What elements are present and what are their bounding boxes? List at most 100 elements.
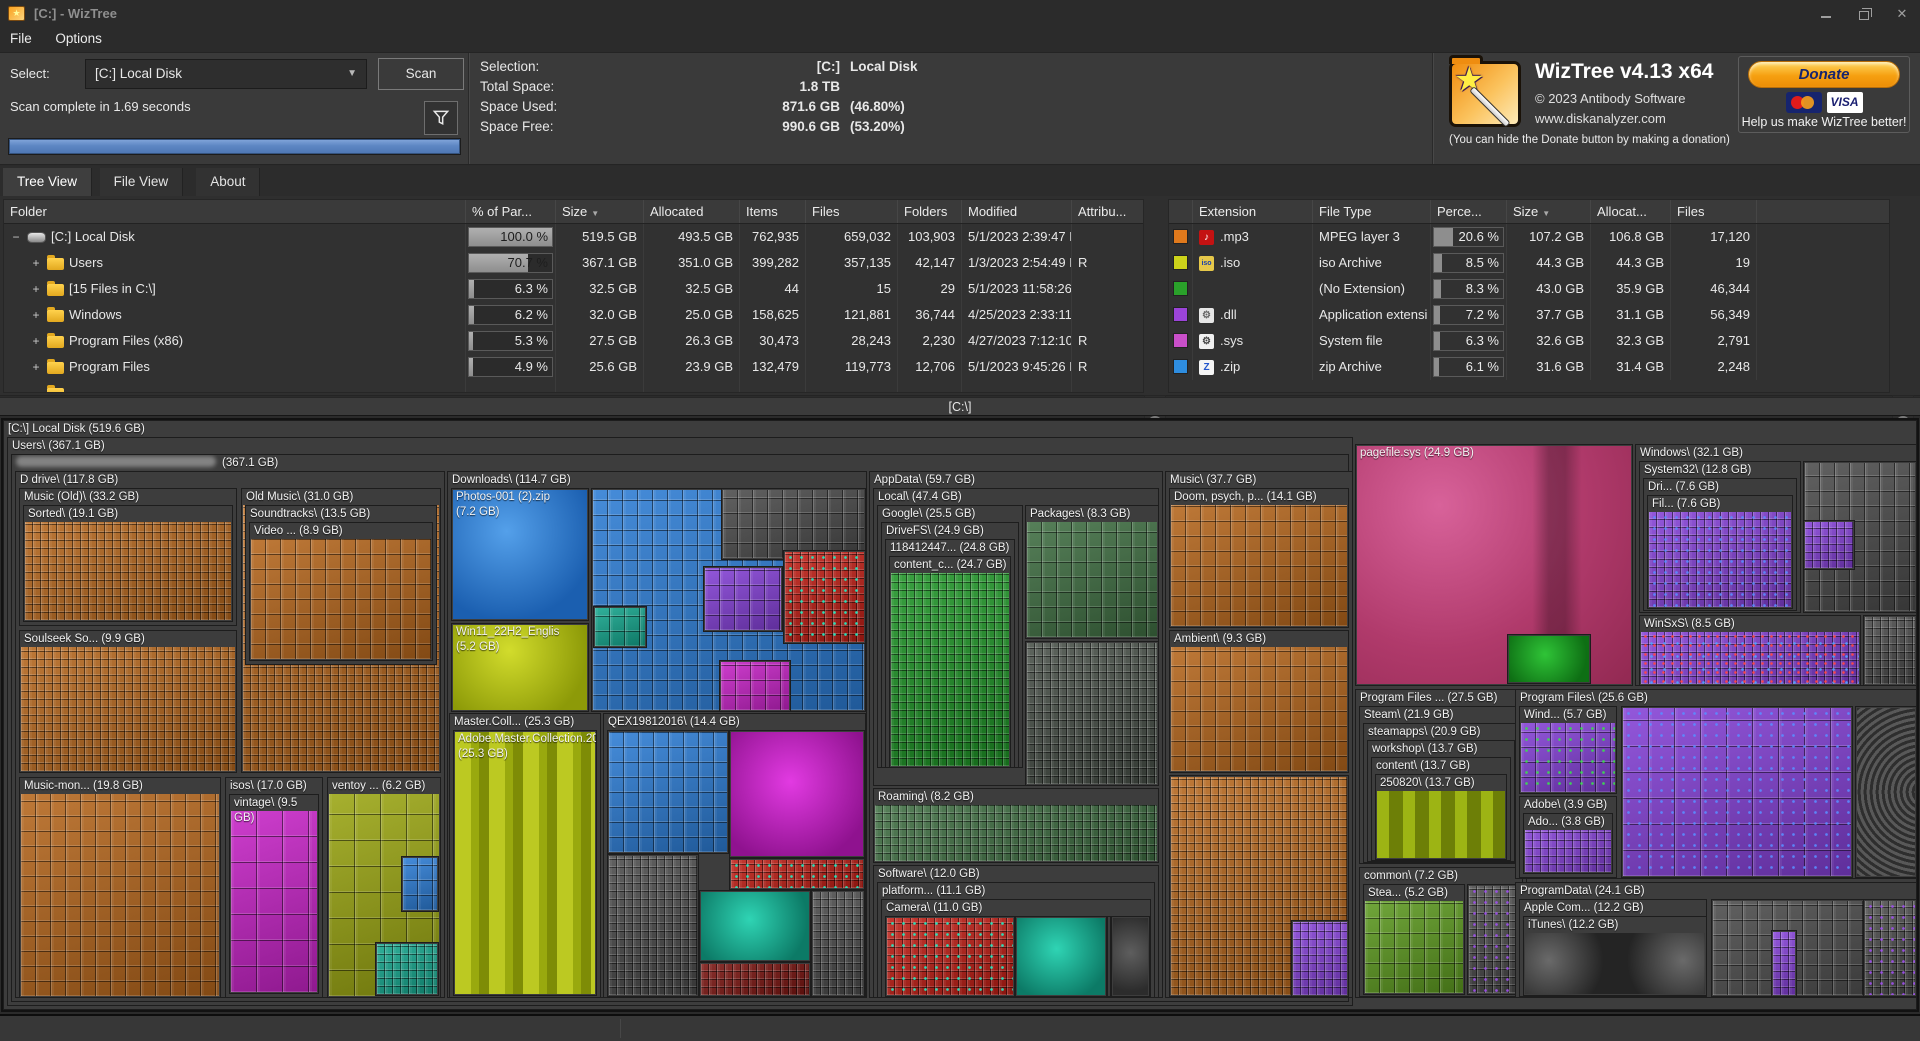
treemap-node[interactable]: [1015, 916, 1107, 997]
treemap-node[interactable]: [593, 606, 647, 648]
column-header[interactable]: Items: [740, 200, 806, 223]
treemap-node[interactable]: [1863, 899, 1917, 997]
maximize-button[interactable]: [1852, 4, 1876, 24]
table-row[interactable]: Z.zipzip Archive6.1 %31.6 GB31.4 GB2,248: [1169, 354, 1889, 380]
table-row[interactable]: +[15 Files in C:\]6.3 %32.5 GB32.5 GB441…: [4, 276, 1143, 302]
menu-options[interactable]: Options: [45, 28, 112, 49]
column-header[interactable]: Extension: [1193, 200, 1313, 223]
treemap-panel: [C:\] Local Disk (519.6 GB)Users\ (367.1…: [1, 418, 1919, 1012]
treemap-node[interactable]: [1291, 920, 1349, 997]
tab-tree-view[interactable]: Tree View: [3, 168, 92, 196]
table-row[interactable]: [4, 380, 1143, 393]
table-row[interactable]: (No Extension)8.3 %43.0 GB35.9 GB46,344: [1169, 276, 1889, 302]
treemap-node[interactable]: Soulseek So... (9.9 GB): [19, 630, 237, 773]
column-header[interactable]: % of Par...: [466, 200, 556, 223]
treemap-node[interactable]: Stea... (5.2 GB): [1363, 884, 1465, 995]
menu-file[interactable]: File: [0, 28, 42, 49]
treemap-node[interactable]: Video ... (8.9 GB): [249, 522, 433, 661]
treemap-node[interactable]: [703, 566, 783, 632]
treemap-node[interactable]: Win11_22H2_Englis (5.2 GB): [451, 623, 589, 712]
treemap-node[interactable]: [699, 890, 811, 962]
menu-bar: File Options: [0, 28, 1920, 52]
column-header[interactable]: Allocat...: [1591, 200, 1671, 223]
wand-icon: [1469, 86, 1511, 128]
treemap-node[interactable]: content_c... (24.7 GB): [889, 556, 1011, 768]
treemap-node[interactable]: [699, 962, 811, 997]
column-header[interactable]: Folders: [898, 200, 962, 223]
treemap-node[interactable]: Photos-001 (2).zip (7.2 GB): [451, 488, 589, 621]
folder-table: Folder% of Par...Size▼AllocatedItemsFile…: [3, 199, 1144, 393]
treemap-node[interactable]: WinSxS\ (8.5 GB): [1639, 615, 1861, 686]
column-header[interactable]: Size▼: [556, 200, 644, 223]
treemap-node[interactable]: [1111, 916, 1150, 997]
treemap-node[interactable]: Ado... (3.8 GB): [1523, 813, 1613, 874]
treemap-node[interactable]: Adobe.Master.Collection.20 (25.3 GB): [453, 730, 597, 996]
treemap-node[interactable]: [1863, 615, 1917, 686]
treemap-node[interactable]: Fil... (7.6 GB): [1647, 495, 1793, 609]
treemap-node[interactable]: vintage\ (9.5 GB): [229, 794, 319, 994]
treemap-node[interactable]: Doom, psych, p... (14.1 GB): [1169, 488, 1349, 628]
treemap-node[interactable]: [783, 550, 866, 644]
filter-button[interactable]: [424, 101, 458, 135]
treemap-node[interactable]: [607, 854, 699, 997]
column-header[interactable]: Files: [1671, 200, 1757, 223]
treemap-node[interactable]: 250820\ (13.7 GB): [1375, 774, 1507, 860]
breadcrumb: [C:\]: [0, 397, 1920, 416]
treemap-node[interactable]: [1771, 930, 1797, 997]
scan-button[interactable]: Scan: [378, 58, 464, 90]
title-bar[interactable]: ★ [C:] - WizTree ✕: [0, 0, 1920, 28]
table-row[interactable]: +Windows6.2 %32.0 GB25.0 GB158,625121,88…: [4, 302, 1143, 328]
treemap-node[interactable]: [401, 856, 439, 912]
treemap-node[interactable]: [1507, 634, 1591, 684]
treemap-node[interactable]: Sorted\ (19.1 GB): [23, 505, 233, 622]
table-row[interactable]: iso.isoiso Archive8.5 %44.3 GB44.3 GB19: [1169, 250, 1889, 276]
column-header[interactable]: Size▼: [1507, 200, 1591, 223]
table-row[interactable]: ♪.mp3MPEG layer 320.6 %107.2 GB106.8 GB1…: [1169, 224, 1889, 250]
column-header[interactable]: Files: [806, 200, 898, 223]
app-icon: ★: [8, 6, 25, 21]
column-header[interactable]: Attribu...: [1072, 200, 1144, 223]
table-row[interactable]: +Program Files (x86)5.3 %27.5 GB26.3 GB3…: [4, 328, 1143, 354]
treemap-node[interactable]: Music-mon... (19.8 GB): [19, 777, 221, 998]
treemap-node[interactable]: [1621, 706, 1853, 878]
tab-file-view[interactable]: File View: [100, 168, 184, 196]
treemap-node[interactable]: Roaming\ (8.2 GB): [873, 788, 1159, 863]
treemap-node[interactable]: [811, 890, 865, 997]
treemap-node[interactable]: [1855, 706, 1917, 878]
treemap-node[interactable]: [1025, 641, 1159, 786]
table-row[interactable]: −[C:] Local Disk100.0 %519.5 GB493.5 GB7…: [4, 224, 1143, 250]
column-header[interactable]: Folder: [4, 200, 466, 223]
extension-color-swatch: [1173, 255, 1188, 270]
iso-file-icon: iso: [1199, 256, 1214, 271]
tab-about[interactable]: About: [196, 168, 260, 196]
donate-button[interactable]: Donate: [1748, 61, 1900, 88]
treemap-node[interactable]: [1467, 884, 1521, 995]
close-button[interactable]: ✕: [1890, 4, 1914, 24]
table-row[interactable]: ⚙.sysSystem file6.3 %32.6 GB32.3 GB2,791: [1169, 328, 1889, 354]
treemap-node[interactable]: [1803, 520, 1855, 570]
treemap-node[interactable]: Packages\ (8.3 GB): [1025, 505, 1159, 639]
table-row[interactable]: +Users70.7 %367.1 GB351.0 GB399,282357,1…: [4, 250, 1143, 276]
treemap-node[interactable]: [729, 730, 865, 858]
drive-select[interactable]: [C:] Local Disk ▼: [85, 59, 367, 89]
app-version: WizTree v4.13 x64: [1535, 60, 1713, 84]
treemap-node[interactable]: iTunes\ (12.2 GB): [1523, 916, 1707, 996]
column-header[interactable]: Modified: [962, 200, 1072, 223]
treemap-node[interactable]: [607, 730, 729, 854]
treemap-node[interactable]: [885, 916, 1015, 997]
minimize-button[interactable]: [1814, 4, 1838, 24]
treemap-node[interactable]: [719, 660, 791, 712]
treemap-node[interactable]: [729, 858, 865, 890]
table-row[interactable]: ⚙.dllApplication extensi7.2 %37.7 GB31.1…: [1169, 302, 1889, 328]
treemap-node[interactable]: pagefile.sys (24.9 GB): [1355, 444, 1633, 686]
column-header[interactable]: Allocated: [644, 200, 740, 223]
table-row[interactable]: +Program Files4.9 %25.6 GB23.9 GB132,479…: [4, 354, 1143, 380]
treemap-node[interactable]: [375, 942, 439, 996]
wiztree-logo: ★: [1449, 61, 1521, 127]
column-header[interactable]: File Type: [1313, 200, 1431, 223]
website-link[interactable]: www.diskanalyzer.com: [1535, 111, 1666, 126]
treemap-node[interactable]: Wind... (5.7 GB): [1519, 706, 1617, 794]
column-header[interactable]: Perce...: [1431, 200, 1507, 223]
column-header[interactable]: [1169, 200, 1193, 223]
treemap-node[interactable]: Ambient\ (9.3 GB): [1169, 630, 1349, 773]
